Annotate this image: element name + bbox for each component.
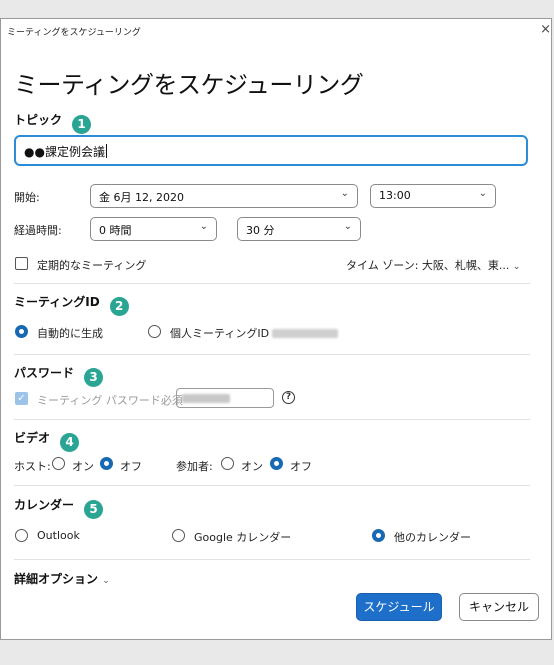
topic-section-label: トピック 1 bbox=[14, 111, 92, 134]
participants-label: 参加者: bbox=[176, 460, 213, 473]
participant-video-on-radio[interactable] bbox=[221, 457, 234, 470]
divider bbox=[14, 485, 530, 486]
divider bbox=[14, 283, 530, 284]
video-section-label: ビデオ 4 bbox=[14, 429, 80, 452]
host-video-off-radio[interactable] bbox=[100, 457, 113, 470]
step-3-badge: 3 bbox=[84, 368, 104, 387]
meeting-id-section-label: ミーティングID 2 bbox=[14, 293, 129, 316]
google-calendar-label: Google カレンダー bbox=[194, 531, 292, 544]
divider bbox=[14, 559, 530, 560]
advanced-options-label: 詳細オプション bbox=[14, 572, 99, 586]
outlook-label: Outlook bbox=[37, 529, 80, 542]
timezone-select[interactable]: タイム ゾーン: 大阪、札幌、東... ⌄ bbox=[346, 257, 520, 273]
start-time-value: 13:00 bbox=[379, 189, 411, 202]
chevron-down-icon: ⌄ bbox=[343, 221, 352, 232]
schedule-window: ミーティングをスケジューリング × ミーティングをスケジューリング トピック 1 … bbox=[0, 18, 552, 640]
calendar-label: カレンダー bbox=[14, 498, 75, 512]
auto-generate-radio[interactable] bbox=[15, 325, 28, 338]
password-input[interactable] bbox=[176, 388, 274, 408]
participant-on-label: オン bbox=[241, 460, 263, 473]
blurred-id bbox=[272, 329, 339, 338]
advanced-options-toggle[interactable]: 詳細オプション ⌄ bbox=[14, 570, 110, 587]
divider bbox=[14, 354, 530, 355]
duration-hours-select[interactable]: 0 時間 ⌄ bbox=[90, 217, 217, 241]
chevron-down-icon: ⌄ bbox=[199, 221, 208, 232]
topic-input[interactable]: ●●課定例会議 bbox=[14, 135, 528, 166]
recurring-checkbox[interactable] bbox=[15, 257, 28, 270]
participant-video-off-radio[interactable] bbox=[270, 457, 283, 470]
calendar-section-label: カレンダー 5 bbox=[14, 496, 104, 519]
personal-id-text: 個人ミーティングID bbox=[170, 327, 270, 340]
other-calendar-label: 他のカレンダー bbox=[394, 531, 471, 544]
duration-minutes-select[interactable]: 30 分 ⌄ bbox=[237, 217, 361, 241]
blurred-password bbox=[182, 394, 230, 403]
start-date-value: 金 6月 12, 2020 bbox=[99, 191, 184, 204]
meeting-id-label: ミーティングID bbox=[14, 295, 100, 309]
duration-label: 経過時間: bbox=[14, 224, 62, 237]
video-label: ビデオ bbox=[14, 431, 51, 445]
participant-off-label: オフ bbox=[290, 460, 312, 473]
topic-label: トピック bbox=[14, 113, 63, 127]
host-on-label: オン bbox=[72, 460, 94, 473]
personal-id-label: 個人ミーティングID bbox=[170, 325, 339, 341]
cancel-button[interactable]: キャンセル bbox=[459, 593, 539, 621]
divider bbox=[14, 419, 530, 420]
password-label: パスワード bbox=[14, 366, 75, 380]
step-5-badge: 5 bbox=[84, 500, 104, 519]
start-date-select[interactable]: 金 6月 12, 2020 ⌄ bbox=[90, 184, 358, 208]
topic-value: ●●課定例会議 bbox=[24, 145, 105, 159]
close-icon[interactable]: × bbox=[540, 22, 551, 37]
host-video-on-radio[interactable] bbox=[52, 457, 65, 470]
step-2-badge: 2 bbox=[109, 297, 129, 316]
password-required-label: ミーティング パスワード必須 bbox=[37, 394, 183, 407]
start-time-select[interactable]: 13:00 ⌄ bbox=[370, 184, 496, 208]
host-off-label: オフ bbox=[120, 460, 142, 473]
title-bar: ミーティングをスケジューリング × bbox=[1, 19, 551, 45]
help-icon[interactable]: ? bbox=[282, 391, 295, 404]
page-title: ミーティングをスケジューリング bbox=[14, 71, 364, 99]
timezone-value: タイム ゾーン: 大阪、札幌、東... bbox=[346, 259, 510, 272]
recurring-label: 定期的なミーティング bbox=[37, 259, 147, 272]
chevron-down-icon: ⌄ bbox=[512, 262, 521, 272]
text-cursor bbox=[105, 144, 107, 158]
chevron-down-icon: ⌄ bbox=[340, 188, 349, 199]
step-4-badge: 4 bbox=[60, 433, 80, 452]
auto-generate-label: 自動的に生成 bbox=[37, 327, 103, 340]
outlook-radio[interactable] bbox=[15, 529, 28, 542]
chevron-down-icon: ⌄ bbox=[102, 576, 110, 586]
start-label: 開始: bbox=[14, 191, 40, 204]
password-required-checkbox[interactable]: ✓ bbox=[15, 392, 28, 405]
other-calendar-radio[interactable] bbox=[372, 529, 385, 542]
duration-hours-value: 0 時間 bbox=[99, 224, 132, 237]
duration-minutes-value: 30 分 bbox=[246, 224, 275, 237]
window-title: ミーティングをスケジューリング bbox=[7, 28, 141, 38]
host-label: ホスト: bbox=[14, 460, 51, 473]
personal-id-radio[interactable] bbox=[148, 325, 161, 338]
chevron-down-icon: ⌄ bbox=[478, 188, 487, 199]
google-calendar-radio[interactable] bbox=[172, 529, 185, 542]
schedule-button[interactable]: スケジュール bbox=[356, 593, 442, 621]
password-section-label: パスワード 3 bbox=[14, 364, 104, 387]
step-1-badge: 1 bbox=[72, 115, 92, 134]
